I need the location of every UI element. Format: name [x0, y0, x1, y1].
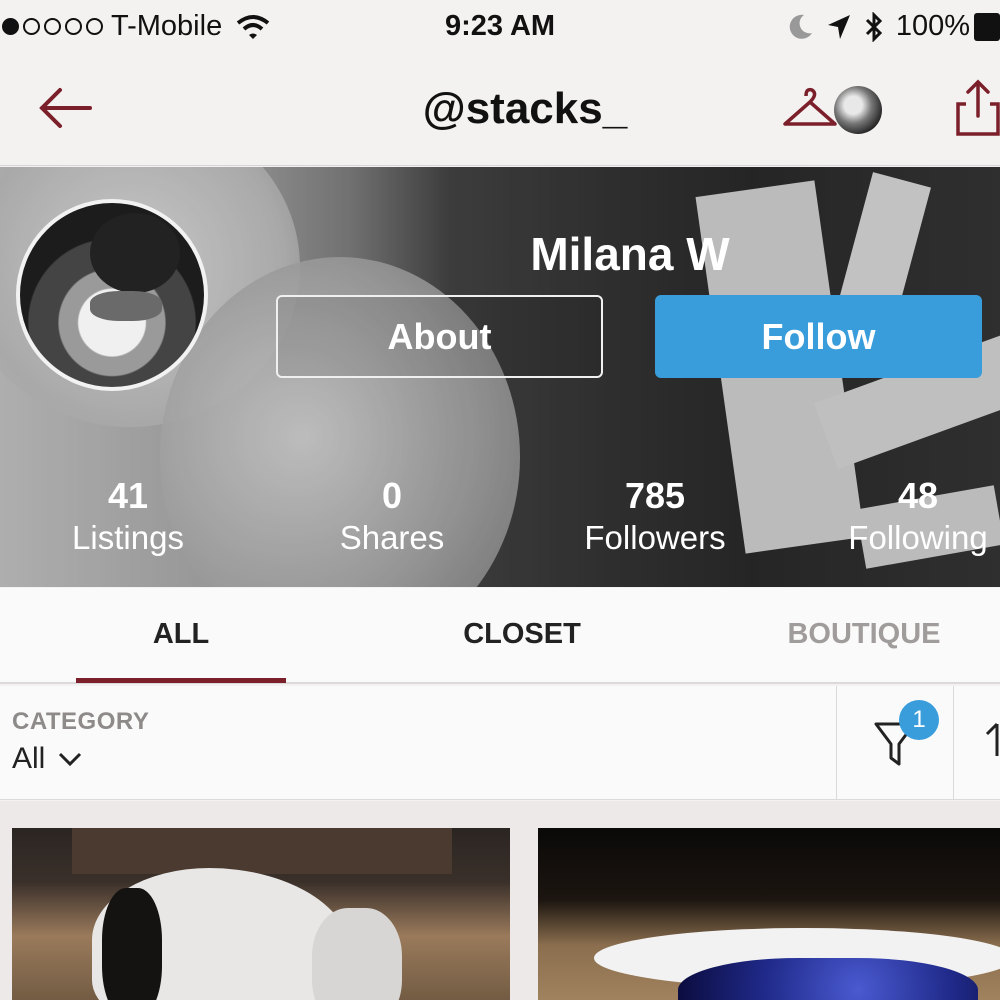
stat-value: 0: [381, 475, 403, 516]
location-arrow-icon: [827, 14, 850, 39]
status-right: 100%: [788, 10, 1000, 43]
sort-button[interactable]: [955, 686, 1000, 799]
stat-value: 48: [897, 475, 939, 516]
moon-icon: [789, 14, 812, 39]
follow-button[interactable]: Follow: [655, 295, 982, 378]
category-bar: CATEGORY All 1: [0, 686, 1000, 800]
about-button[interactable]: About: [276, 295, 603, 378]
listings-grid: [0, 801, 1000, 1000]
stat-value: 41: [107, 475, 149, 516]
tab-bar: ALL CLOSET BOUTIQUE: [0, 588, 1000, 684]
battery-icon: [974, 12, 1000, 41]
status-bar: T-Mobile 9:23 AM 100%: [0, 0, 1000, 56]
stat-label: Followers: [584, 519, 726, 556]
category-dropdown[interactable]: All: [12, 742, 83, 776]
chevron-down-icon: [59, 752, 82, 767]
share-icon[interactable]: [952, 76, 1000, 140]
stat-listings[interactable]: 41 Listings: [28, 475, 228, 557]
tab-boutique[interactable]: BOUTIQUE: [749, 618, 979, 651]
profile-name: Milana W: [530, 228, 730, 280]
nav-bar: @stacks_: [0, 56, 1000, 166]
tab-all[interactable]: ALL: [66, 618, 296, 651]
listing-image: [72, 828, 452, 874]
filter-button[interactable]: 1: [836, 686, 954, 799]
profile-header: Milana W About Follow 41 Listings 0 Shar…: [0, 167, 1000, 587]
tab-closet[interactable]: CLOSET: [407, 618, 637, 651]
listing-image: [312, 908, 402, 1000]
category-label: CATEGORY: [12, 708, 150, 735]
stat-value: 785: [624, 475, 686, 516]
bluetooth-icon: [865, 11, 882, 42]
category-value: All: [12, 742, 46, 775]
stat-label: Shares: [339, 519, 445, 556]
listing-image: [678, 958, 978, 1000]
stat-label: Listings: [72, 519, 184, 556]
filter-count-badge: 1: [899, 700, 939, 740]
active-tab-indicator: [76, 678, 286, 683]
sort-icon: [985, 722, 999, 756]
listing-image: [102, 888, 162, 1000]
listing-card[interactable]: [12, 828, 510, 1000]
listing-card[interactable]: [538, 828, 1000, 1000]
profile-avatar[interactable]: [16, 199, 208, 391]
stat-shares[interactable]: 0 Shares: [292, 475, 492, 557]
user-avatar-small[interactable]: [834, 86, 882, 134]
hanger-icon[interactable]: [782, 86, 838, 132]
battery-percent: 100%: [895, 10, 970, 42]
stat-label: Following: [848, 519, 988, 556]
stat-followers[interactable]: 785 Followers: [555, 475, 755, 557]
stat-following[interactable]: 48 Following: [818, 475, 1000, 557]
